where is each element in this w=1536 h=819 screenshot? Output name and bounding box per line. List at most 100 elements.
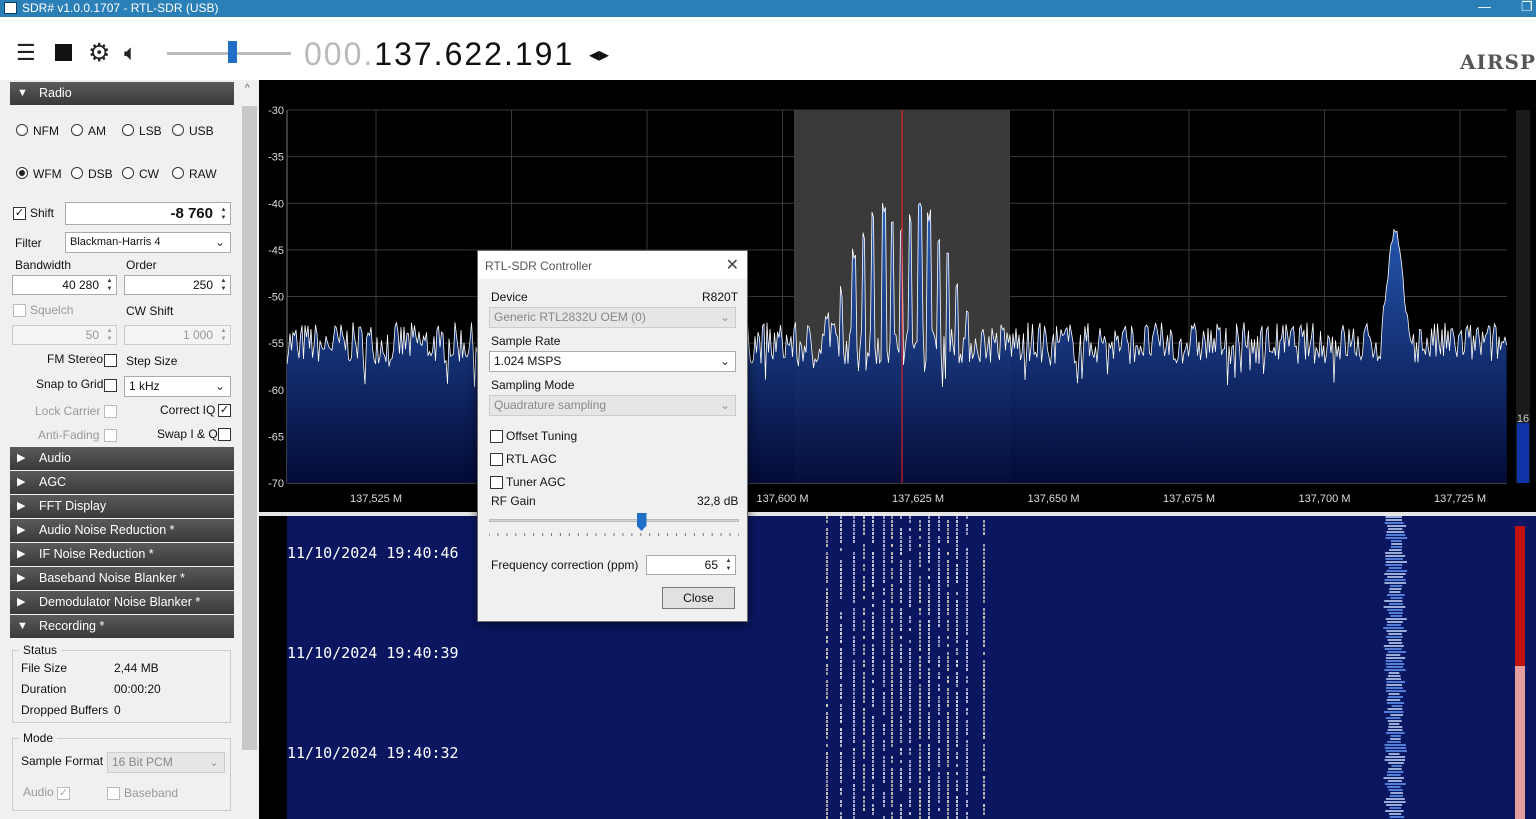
radio-wfm[interactable] xyxy=(16,167,28,179)
shift-spinner[interactable]: ▲ ▼ xyxy=(218,206,229,222)
waterfall-signal-trace xyxy=(909,540,911,543)
section-agc[interactable]: ▶ AGC xyxy=(10,471,234,494)
dialog-titlebar[interactable]: RTL-SDR Controller ✕ xyxy=(478,251,747,279)
bandwidth-label: Bandwidth xyxy=(15,258,72,272)
filter-select[interactable]: Blackman-Harris 4 ⌄ xyxy=(65,232,231,253)
offset-tuning-checkbox[interactable] xyxy=(490,430,503,443)
sample-format-select[interactable]: 16 Bit PCM ⌄ xyxy=(107,752,225,773)
shift-input[interactable]: -8 760 ▲ ▼ xyxy=(65,202,231,225)
waterfall-signal-trace xyxy=(853,724,855,727)
waterfall-signal-trace xyxy=(909,692,911,695)
scroll-up-icon[interactable]: ^ xyxy=(245,83,250,94)
section-recording[interactable]: ▼ Recording * xyxy=(10,615,234,638)
volume-slider-thumb[interactable] xyxy=(228,41,237,63)
bandwidth-input[interactable]: 40 280 ▲ ▼ xyxy=(12,275,117,295)
section-if-noise-reduction[interactable]: ▶ IF Noise Reduction * xyxy=(10,543,234,566)
shift-checkbox[interactable]: ✓ xyxy=(13,207,26,220)
radio-lsb[interactable] xyxy=(122,124,134,136)
waterfall-broadband-trace xyxy=(1390,597,1403,599)
radio-raw[interactable] xyxy=(172,167,184,179)
squelch-input[interactable]: 50 ▲ ▼ xyxy=(12,325,117,345)
section-audio[interactable]: ▶ Audio xyxy=(10,447,234,470)
waterfall-broadband-trace xyxy=(1390,540,1402,542)
radio-am[interactable] xyxy=(71,124,83,136)
stop-icon[interactable] xyxy=(55,44,72,61)
device-select[interactable]: Generic RTL2832U OEM (0) ⌄ xyxy=(489,307,736,328)
waterfall-signal-trace xyxy=(883,544,885,547)
frequency-step-arrows[interactable]: ◂▸ xyxy=(589,42,609,67)
left-panel-scrollbar[interactable]: ^ xyxy=(241,80,258,819)
step-size-select[interactable]: 1 kHz ⌄ xyxy=(124,376,231,397)
bandwidth-spinner[interactable]: ▲ ▼ xyxy=(104,277,115,293)
cw-shift-input[interactable]: 1 000 ▲ ▼ xyxy=(124,325,231,345)
correct-iq-checkbox[interactable]: ✓ xyxy=(218,404,231,417)
frequency-correction-spinner[interactable]: ▲ ▼ xyxy=(723,557,734,573)
waterfall-signal-trace xyxy=(853,624,855,627)
waterfall-signal-trace xyxy=(863,800,865,803)
waterfall-signal-trace xyxy=(966,688,968,691)
order-spinner[interactable]: ▲ ▼ xyxy=(218,277,229,293)
speaker-icon[interactable]: 🔈︎ xyxy=(124,42,137,64)
restore-button[interactable]: ❐ xyxy=(1521,0,1533,15)
minimize-button[interactable]: — xyxy=(1478,0,1491,14)
waterfall-signal-trace xyxy=(966,696,968,699)
rf-gain-slider[interactable] xyxy=(489,513,739,537)
close-icon[interactable]: ✕ xyxy=(726,255,739,275)
offset-tuning-label: Offset Tuning xyxy=(506,429,578,443)
waterfall-signal-trace xyxy=(928,524,930,527)
waterfall-signal-trace xyxy=(947,792,949,795)
frequency-display[interactable]: 000.137.622.191 xyxy=(304,36,574,73)
order-input[interactable]: 250 ▲ ▼ xyxy=(124,275,231,295)
section-demodulator-noise-blanker-label: Demodulator Noise Blanker * xyxy=(39,595,201,609)
section-audio-noise-reduction[interactable]: ▶ Audio Noise Reduction * xyxy=(10,519,234,542)
anti-fading-checkbox[interactable] xyxy=(104,429,117,442)
waterfall-signal-trace xyxy=(863,696,865,699)
section-fft-display[interactable]: ▶ FFT Display xyxy=(10,495,234,518)
waterfall-signal-trace xyxy=(956,600,958,603)
baseband-record-checkbox[interactable] xyxy=(107,787,120,800)
frequency-correction-input[interactable]: 65 ▲ ▼ xyxy=(646,555,736,575)
fm-stereo-checkbox[interactable] xyxy=(104,354,117,367)
rtl-agc-checkbox[interactable] xyxy=(490,453,503,466)
swap-iq-checkbox[interactable] xyxy=(218,428,231,441)
sample-rate-select[interactable]: 1.024 MSPS ⌄ xyxy=(489,351,736,372)
snap-to-grid-label: Snap to Grid xyxy=(36,377,104,391)
waterfall-signal-trace xyxy=(947,800,949,803)
cw-shift-spinner[interactable]: ▲ ▼ xyxy=(218,327,229,343)
lock-carrier-checkbox[interactable] xyxy=(104,405,117,418)
frequency-correction-value: 65 xyxy=(704,558,718,572)
radio-cw[interactable] xyxy=(122,167,134,179)
snap-to-grid-checkbox[interactable] xyxy=(104,379,117,392)
section-radio[interactable]: ▼ Radio xyxy=(10,82,234,105)
squelch-checkbox[interactable] xyxy=(13,304,26,317)
tuner-agc-checkbox[interactable] xyxy=(490,476,503,489)
waterfall-signal-trace xyxy=(938,740,940,743)
y-tick-label: -45 xyxy=(268,245,284,257)
radio-dsb[interactable] xyxy=(71,167,83,179)
sampling-mode-select[interactable]: Quadrature sampling ⌄ xyxy=(489,395,736,416)
sample-format-value: 16 Bit PCM xyxy=(112,755,173,769)
waterfall-signal-trace xyxy=(900,704,902,707)
waterfall-signal-trace xyxy=(872,688,874,691)
radio-usb[interactable] xyxy=(172,124,184,136)
radio-nfm[interactable] xyxy=(16,124,28,136)
close-button[interactable]: Close xyxy=(662,587,735,609)
waterfall-signal-trace xyxy=(909,520,911,523)
gear-icon[interactable]: ⚙ xyxy=(88,41,110,66)
audio-record-checkbox[interactable]: ✓ xyxy=(57,787,70,800)
waterfall-signal-trace xyxy=(883,780,885,783)
section-demodulator-noise-blanker[interactable]: ▶ Demodulator Noise Blanker * xyxy=(10,591,234,614)
waterfall-display[interactable]: 11/10/2024 19:40:46 11/10/2024 19:40:39 11… xyxy=(259,516,1536,819)
waterfall-signal-trace xyxy=(956,728,958,731)
waterfall-signal-trace xyxy=(966,692,968,695)
hamburger-icon[interactable]: ☰ xyxy=(16,42,36,64)
waterfall-signal-trace xyxy=(956,516,958,519)
waterfall-signal-trace xyxy=(891,664,893,667)
waterfall-signal-trace xyxy=(826,604,828,607)
scrollbar-thumb[interactable] xyxy=(242,106,257,750)
waterfall-signal-trace xyxy=(919,760,921,763)
section-baseband-noise-blanker[interactable]: ▶ Baseband Noise Blanker * xyxy=(10,567,234,590)
squelch-spinner[interactable]: ▲ ▼ xyxy=(104,327,115,343)
waterfall-broadband-trace xyxy=(1389,795,1404,797)
spectrum-display[interactable]: -30 -35 -40 -45 -50 -55 -60 -65 -70 137,525 M 137,… xyxy=(259,80,1536,516)
